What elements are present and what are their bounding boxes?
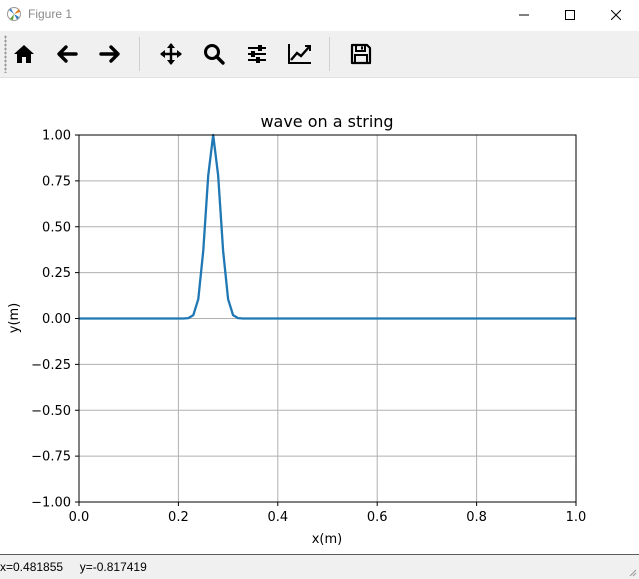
x-tick-label: 0.0 [69,510,90,525]
maximize-icon [565,10,575,20]
matplotlib-logo-icon [7,7,21,21]
y-tick-label: 1.00 [42,129,71,144]
home-button[interactable] [8,38,40,70]
toolbar-separator [329,37,330,71]
minimize-button[interactable] [501,0,547,30]
chart-title: wave on a string [260,112,393,131]
resize-grip-icon[interactable] [627,567,637,577]
title-bar: Figure 1 [0,0,639,30]
y-tick-label: −0.25 [31,358,71,373]
magnifier-icon [204,44,225,65]
x-tick-label: 1.0 [566,510,587,525]
x-tick-label: 0.8 [466,510,487,525]
y-tick-label: 0.00 [42,312,71,327]
close-icon [611,10,621,20]
toolbar-separator [139,37,140,71]
x-tick-label: 0.6 [367,510,388,525]
arrow-left-icon [57,45,78,63]
save-button[interactable] [345,38,377,70]
forward-button[interactable] [94,38,126,70]
window-title: Figure 1 [28,7,73,21]
y-tick-label: 0.50 [42,220,71,235]
pan-button[interactable] [155,38,187,70]
minimize-icon [519,14,529,16]
arrow-right-icon [99,45,120,63]
close-button[interactable] [593,0,639,30]
y-tick-label: 0.75 [42,174,71,189]
figure-canvas[interactable]: wave on a string 0.0 0.2 0.4 0.6 0.8 1.0 1.00 0… [0,78,639,554]
zoom-button[interactable] [198,38,230,70]
cursor-coordinates: x=0.481855 y=-0.817419 [0,560,147,574]
maximize-button[interactable] [547,0,593,30]
status-bar: x=0.481855 y=-0.817419 [0,554,639,579]
y-tick-label: 0.25 [42,266,71,281]
back-button[interactable] [51,38,83,70]
line-chart-icon [288,44,311,64]
x-tick-label: 0.4 [267,510,288,525]
customize-button[interactable] [284,38,316,70]
navigation-toolbar [0,31,639,78]
x-tick-label: 0.2 [168,510,189,525]
move-icon [160,43,182,65]
toolbar-grip[interactable] [4,35,7,73]
x-axis-label: x(m) [312,532,343,547]
home-icon [14,45,34,63]
y-tick-label: −0.50 [31,404,71,419]
chart-svg[interactable]: wave on a string 0.0 0.2 0.4 0.6 0.8 1.0 1.00 0… [0,78,639,554]
floppy-disk-icon [350,43,372,65]
sliders-icon [248,45,266,63]
y-tick-label: −1.00 [31,496,71,511]
y-axis-label: y(m) [7,303,22,334]
subplots-button[interactable] [241,38,273,70]
y-tick-label: −0.75 [31,450,71,465]
